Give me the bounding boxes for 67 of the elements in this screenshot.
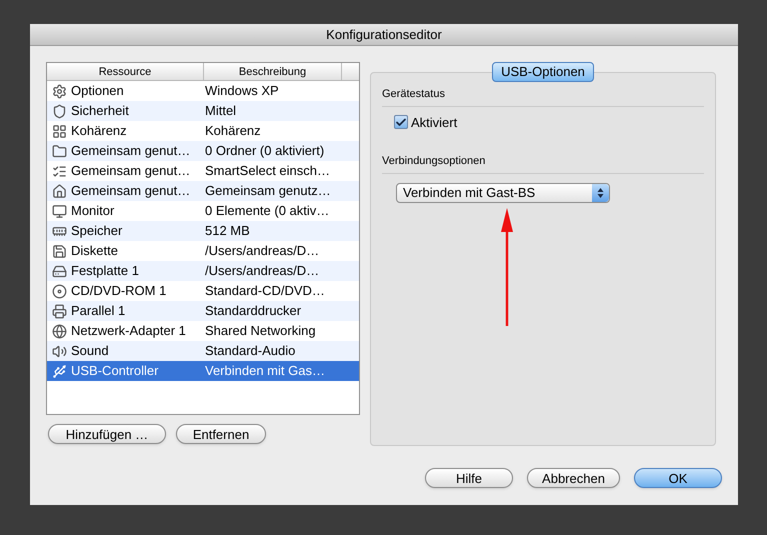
table-row[interactable]: Sound Standard-Audio [47, 341, 359, 361]
section-heading: Gerätestatus [382, 87, 446, 102]
folder-icon [52, 144, 66, 158]
printer-icon [52, 304, 66, 318]
push-button[interactable]: Entfernen [176, 424, 266, 444]
table-cell-text: Diskette [71, 242, 119, 260]
table-cell-text: Gemeinsam genutz… [205, 182, 331, 200]
table-row[interactable]: Speicher 512 MB [47, 221, 359, 241]
table-row[interactable]: Parallel 1 Standarddrucker [47, 301, 359, 321]
table-cell-text: Monitor [71, 202, 116, 220]
table-cell-text: Windows XP [205, 82, 279, 100]
push-button[interactable]: OK [634, 468, 722, 488]
push-button[interactable]: Hilfe [425, 468, 513, 488]
table-cell-text: Standarddrucker [205, 302, 302, 320]
table-cell-text: Standard-CD/DVD… [205, 282, 325, 300]
column-header[interactable]: Ressource [47, 63, 204, 80]
table-row[interactable]: Festplatte 1 /Users/andreas/D… [47, 261, 359, 281]
floppy-icon [52, 244, 66, 258]
table-cell-text: 0 Ordner (0 aktiviert) [205, 142, 324, 160]
checkbox-label: Aktiviert [411, 114, 458, 132]
window-title: Konfigurationseditor [30, 24, 738, 46]
table-cell-text: Sound [71, 342, 110, 360]
table-cell-text: Sicherheit [71, 102, 130, 120]
gear-icon [52, 84, 66, 98]
table-cell-text: Gemeinsam genut… [71, 142, 192, 160]
push-button[interactable]: Abbrechen [527, 468, 620, 488]
table-row[interactable]: Sicherheit Mittel [47, 101, 359, 121]
disc-icon [52, 284, 66, 298]
table-cell-text: Netzwerk-Adapter 1 [71, 322, 187, 340]
tab[interactable]: USB-Optionen [492, 62, 594, 82]
table-cell-text: 0 Elemente (0 aktiv… [205, 202, 330, 220]
table-cell-text: USB-Controller [71, 362, 160, 380]
table-cell-text: 512 MB [205, 222, 250, 240]
speaker-icon [52, 344, 66, 358]
table-cell-text: Gemeinsam genut… [71, 182, 192, 200]
table-cell-text: CD/DVD-ROM 1 [71, 282, 168, 300]
push-button[interactable]: Hinzufügen … [48, 424, 166, 444]
usb-icon [52, 364, 66, 378]
shield-icon [52, 104, 66, 118]
table-row[interactable]: Gemeinsam genut… Gemeinsam genutz… [47, 181, 359, 201]
table-cell-text: Standard-Audio [205, 342, 296, 360]
table-cell-text: Parallel 1 [71, 302, 126, 320]
list-icon [52, 164, 66, 178]
table-row[interactable]: Gemeinsam genut… 0 Ordner (0 aktiviert) [47, 141, 359, 161]
table-cell-text: Optionen [71, 82, 125, 100]
table-cell-text: Festplatte 1 [71, 262, 140, 280]
table-cell-text: Verbinden mit Gas… [205, 362, 325, 380]
house-icon [52, 184, 66, 198]
table-cell-text: Shared Networking [205, 322, 316, 340]
table-cell-text: SmartSelect einsch… [205, 162, 330, 180]
drive-icon [52, 264, 66, 278]
table-cell-text: /Users/andreas/D… [205, 262, 320, 280]
table-cell-text: /Users/andreas/D… [205, 242, 320, 260]
globe-icon [52, 324, 66, 338]
select-field[interactable]: Verbinden mit Gast-BS [396, 182, 610, 202]
table-cell-text: Kohärenz [71, 122, 128, 140]
table-cell-text: Gemeinsam genut… [71, 162, 192, 180]
section-heading: Verbindungsoptionen [382, 154, 486, 169]
checkbox[interactable] [394, 115, 408, 130]
stepper-icon [592, 184, 609, 202]
table-row[interactable]: USB-Controller Verbinden mit Gas… [47, 361, 359, 381]
table-cell-text: Kohärenz [205, 122, 261, 140]
table-cell-text: Speicher [71, 222, 124, 240]
column-header[interactable]: Beschreibung [204, 63, 342, 80]
grid-icon [52, 124, 66, 138]
monitor-icon [52, 204, 66, 218]
table-cell-text: Mittel [205, 102, 236, 120]
